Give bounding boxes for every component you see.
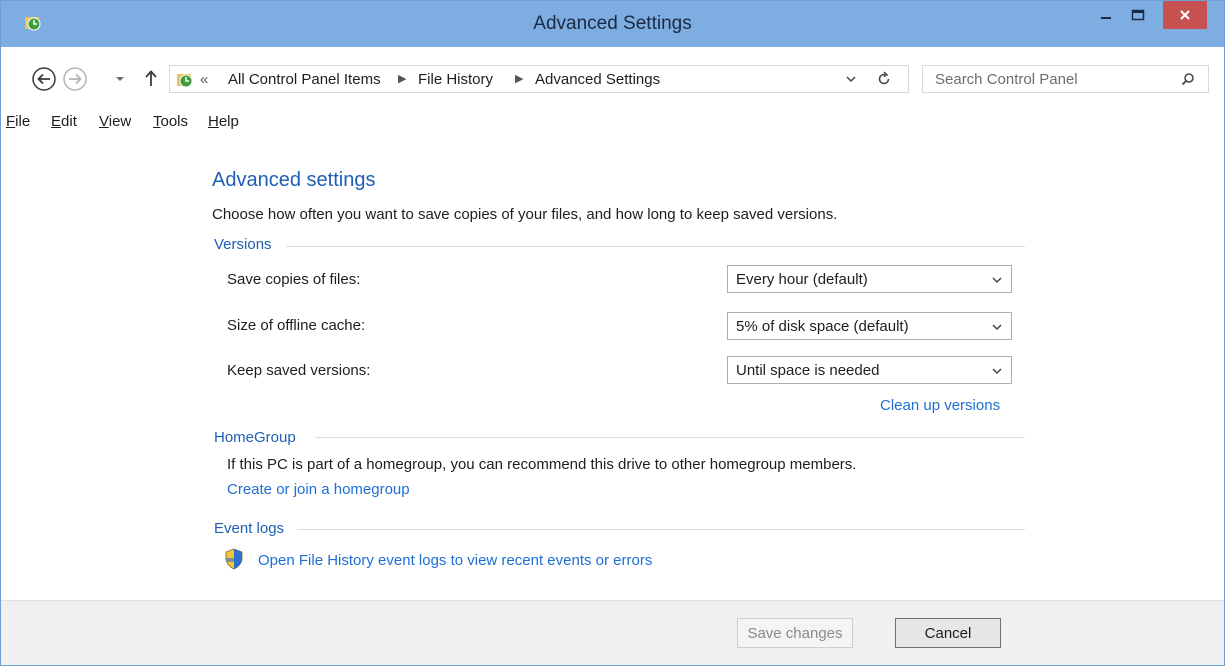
search-input[interactable]: Search Control Panel	[935, 71, 1078, 88]
forward-button[interactable]	[62, 66, 88, 92]
page-description: Choose how often you want to save copies…	[212, 206, 838, 223]
maximize-icon	[1131, 9, 1145, 21]
save-copies-select[interactable]: Every hour (default)	[727, 265, 1012, 293]
breadcrumb-file-history[interactable]: File History	[418, 71, 493, 88]
title-bar[interactable]: Advanced Settings	[1, 1, 1224, 47]
create-join-homegroup-link[interactable]: Create or join a homegroup	[227, 481, 410, 498]
breadcrumb-all-control-panel-items[interactable]: All Control Panel Items	[228, 71, 381, 88]
menu-view[interactable]: View	[99, 113, 131, 130]
chevron-down-icon	[992, 277, 1002, 284]
offline-cache-value: 5% of disk space (default)	[736, 318, 909, 335]
close-icon	[1180, 10, 1190, 20]
menu-file[interactable]: File	[6, 113, 30, 130]
back-arrow-icon	[32, 67, 56, 91]
homegroup-divider	[315, 437, 1025, 438]
breadcrumb-advanced-settings[interactable]: Advanced Settings	[535, 71, 660, 88]
page-title: Advanced settings	[212, 169, 376, 191]
chevron-down-icon	[992, 324, 1002, 331]
navigation-bar: « All Control Panel Items ▶ File History…	[1, 47, 1224, 107]
offline-cache-select[interactable]: 5% of disk space (default)	[727, 312, 1012, 340]
refresh-icon[interactable]	[876, 71, 892, 87]
up-button[interactable]	[143, 68, 159, 88]
close-button[interactable]	[1163, 1, 1207, 29]
breadcrumb-separator-icon[interactable]: ▶	[515, 72, 523, 85]
keep-versions-select[interactable]: Until space is needed	[727, 356, 1012, 384]
clean-up-versions-link[interactable]: Clean up versions	[880, 397, 1000, 414]
search-icon[interactable]	[1181, 72, 1195, 86]
chevron-down-icon	[992, 368, 1002, 375]
control-panel-icon	[177, 74, 193, 88]
homegroup-heading: HomeGroup	[214, 429, 296, 446]
menu-edit[interactable]: Edit	[51, 113, 77, 130]
minimize-icon	[1101, 17, 1111, 19]
maximize-button[interactable]	[1121, 1, 1155, 29]
footer-bar: Save changes Cancel	[1, 600, 1224, 665]
back-button[interactable]	[31, 66, 57, 92]
uac-shield-icon	[225, 548, 243, 570]
search-box[interactable]: Search Control Panel	[922, 65, 1209, 93]
menu-tools[interactable]: Tools	[153, 113, 188, 130]
address-box[interactable]: « All Control Panel Items ▶ File History…	[169, 65, 909, 93]
minimize-button[interactable]	[1091, 1, 1121, 29]
window: Advanced Settings « All Control Panel It…	[0, 0, 1225, 666]
versions-heading: Versions	[214, 236, 272, 253]
recent-locations-button[interactable]	[114, 71, 126, 87]
homegroup-description: If this PC is part of a homegroup, you c…	[227, 456, 857, 473]
forward-arrow-icon	[63, 67, 87, 91]
versions-divider	[286, 246, 1025, 247]
content-area: Advanced settings Choose how often you w…	[1, 135, 1224, 600]
window-title: Advanced Settings	[533, 13, 692, 34]
event-logs-heading: Event logs	[214, 520, 285, 537]
menu-help[interactable]: Help	[208, 113, 239, 130]
event-logs-divider	[297, 529, 1025, 530]
dropdown-arrow-icon	[116, 77, 124, 81]
menu-bar: File Edit View Tools Help	[1, 107, 1224, 135]
save-copies-label: Save copies of files:	[227, 271, 361, 288]
offline-cache-label: Size of offline cache:	[227, 317, 366, 334]
breadcrumb-overflow[interactable]: «	[200, 71, 208, 88]
keep-versions-value: Until space is needed	[736, 362, 880, 379]
up-arrow-icon	[145, 70, 157, 86]
save-copies-value: Every hour (default)	[736, 271, 868, 288]
chevron-down-icon[interactable]	[844, 72, 858, 86]
breadcrumb-separator-icon[interactable]: ▶	[398, 72, 406, 85]
cancel-button[interactable]: Cancel	[895, 618, 1001, 648]
open-event-logs-link[interactable]: Open File History event logs to view rec…	[258, 552, 652, 569]
keep-versions-label: Keep saved versions:	[227, 362, 371, 379]
save-changes-button[interactable]: Save changes	[737, 618, 853, 648]
